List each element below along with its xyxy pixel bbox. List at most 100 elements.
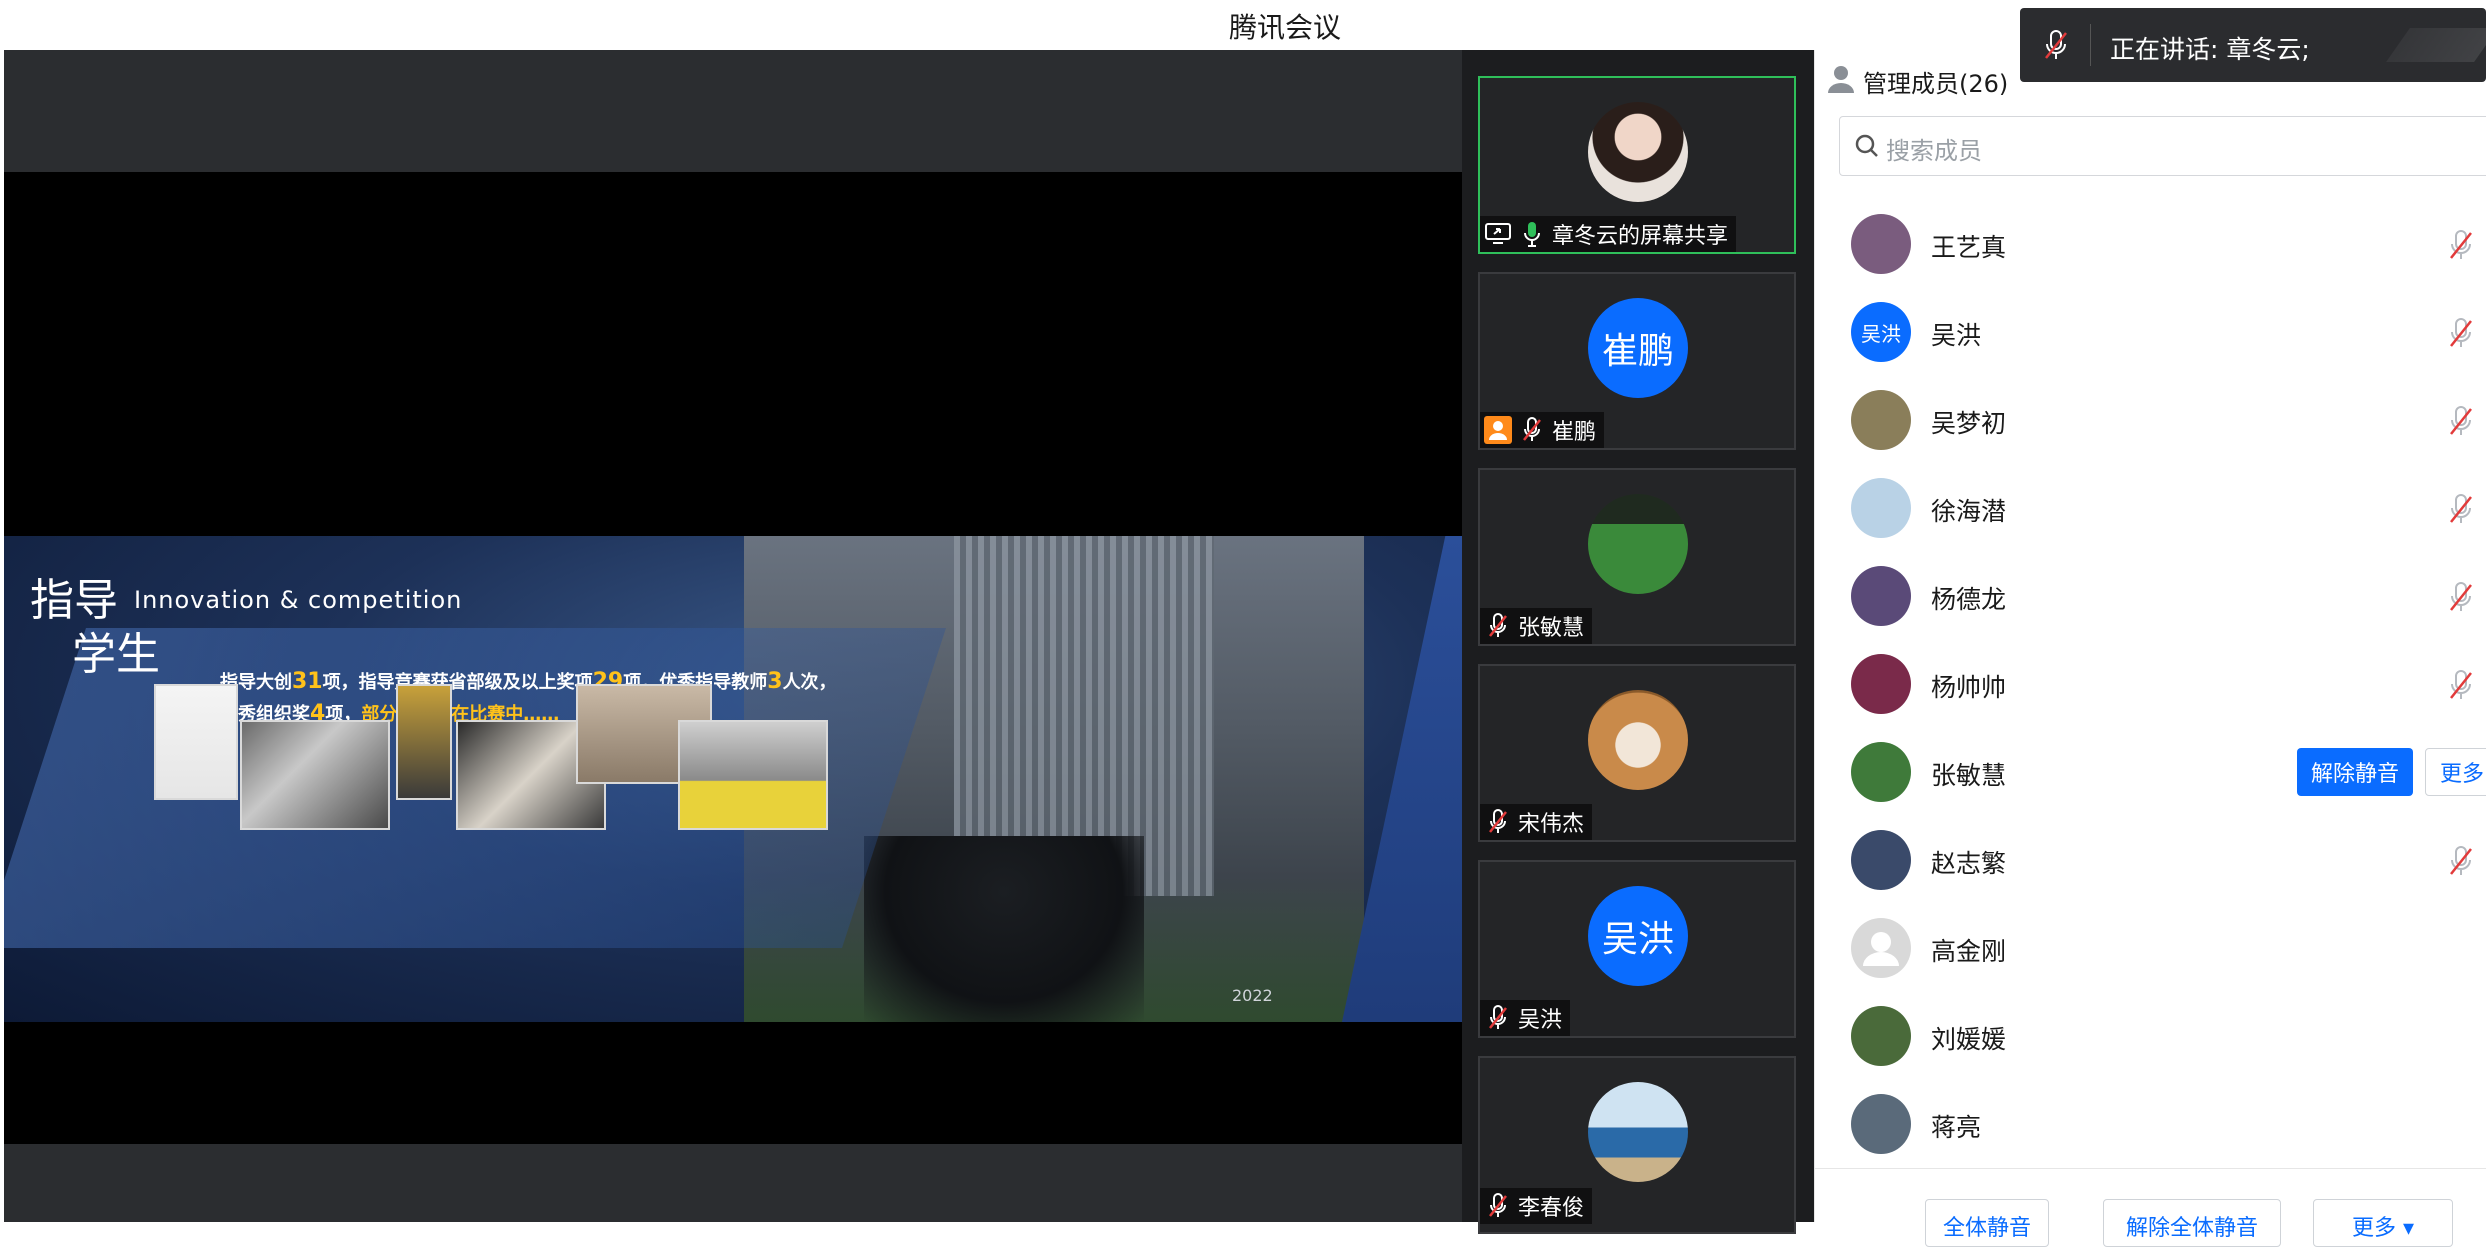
avatar <box>1588 690 1688 790</box>
avatar <box>1851 214 1911 274</box>
avatar <box>1851 390 1911 450</box>
member-row[interactable]: 王艺真 <box>1815 200 2486 288</box>
microphone-muted-icon <box>1484 1004 1512 1032</box>
slide-text: 人次， <box>782 672 837 693</box>
video-tile[interactable]: 崔鹏 崔鹏 <box>1478 272 1796 450</box>
member-row[interactable]: 吴洪 吴洪 <box>1815 288 2486 376</box>
shared-slide: 指导 学生 Innovation & competition 指导大创31项，指… <box>4 536 1462 1022</box>
participant-name: 章冬云的屏幕共享 <box>1552 224 1729 249</box>
slide-thumb-trophy <box>396 684 452 800</box>
slide-number: 31 <box>292 669 323 694</box>
speaking-indicator: 正在讲话: 章冬云; <box>2020 8 2486 82</box>
microphone-muted-icon[interactable] <box>2447 404 2475 442</box>
avatar <box>1851 830 1911 890</box>
avatar <box>1588 1082 1688 1182</box>
member-name: 吴梦初 <box>1931 409 2007 438</box>
participant-name: 吴洪 <box>1518 1008 1563 1033</box>
tile-label: 李春俊 <box>1480 1188 1593 1224</box>
microphone-icon <box>1518 220 1546 248</box>
person-icon <box>1484 416 1512 444</box>
microphone-muted-icon <box>1484 612 1512 640</box>
microphone-muted-icon <box>2042 28 2070 66</box>
shared-screen: 指导 学生 Innovation & competition 指导大创31项，指… <box>4 50 1462 1222</box>
participant-name: 张敏慧 <box>1518 616 1585 641</box>
mute-all-button[interactable]: 全体静音 <box>1925 1199 2049 1247</box>
member-search-input[interactable]: 搜索成员 <box>1839 116 2486 176</box>
speaking-text: 正在讲话: 章冬云; <box>2110 35 2310 64</box>
toast-decoration <box>2386 28 2486 62</box>
member-name: 王艺真 <box>1931 233 2007 262</box>
member-name: 刘媛媛 <box>1931 1025 2007 1054</box>
member-row[interactable]: 徐海潜 <box>1815 464 2486 552</box>
slide-thumb-photo <box>678 720 828 830</box>
member-name: 蒋亮 <box>1931 1113 1982 1142</box>
tile-label: 张敏慧 <box>1480 608 1593 644</box>
avatar <box>1851 1006 1911 1066</box>
slide-heading-2: 学生 <box>72 629 160 680</box>
microphone-muted-icon <box>1484 808 1512 836</box>
tile-label: 宋伟杰 <box>1480 804 1593 840</box>
person-icon <box>1827 64 1855 98</box>
microphone-muted-icon[interactable] <box>2447 844 2475 882</box>
slide-year: 2022 <box>1232 986 1273 1005</box>
member-row[interactable]: 杨德龙 <box>1815 552 2486 640</box>
screen-share-icon <box>1484 220 1512 248</box>
slide-number: 3 <box>767 669 783 694</box>
member-row[interactable]: 杨帅帅 <box>1815 640 2486 728</box>
avatar <box>1588 102 1688 202</box>
members-footer: 全体静音 解除全体静音 更多 ▾ <box>1815 1168 2486 1247</box>
member-row[interactable]: 刘媛媛 <box>1815 992 2486 1080</box>
participant-name: 宋伟杰 <box>1518 812 1585 837</box>
member-row[interactable]: 高金刚 <box>1815 904 2486 992</box>
shared-screen-canvas: 指导 学生 Innovation & competition 指导大创31项，指… <box>4 172 1462 1144</box>
tile-label: 崔鹏 <box>1480 412 1605 448</box>
avatar: 崔鹏 <box>1588 298 1688 398</box>
member-name: 赵志繁 <box>1931 849 2007 878</box>
member-name: 徐海潜 <box>1931 497 2007 526</box>
avatar <box>1851 654 1911 714</box>
avatar <box>1851 566 1911 626</box>
slide-text-line-1: 指导大创31项，指导竞赛获省部级及以上奖项29项，优秀指导教师3人次， <box>220 668 837 694</box>
video-tile[interactable]: 章冬云的屏幕共享 <box>1478 76 1796 254</box>
avatar <box>1851 742 1911 802</box>
more-actions-button[interactable]: 更多 ▾ <box>2313 1199 2453 1247</box>
tile-label: 章冬云的屏幕共享 <box>1480 216 1737 252</box>
avatar: 吴洪 <box>1588 886 1688 986</box>
avatar <box>1851 478 1911 538</box>
unmute-all-button[interactable]: 解除全体静音 <box>2103 1199 2281 1247</box>
microphone-muted-icon[interactable] <box>2447 580 2475 618</box>
member-more-button[interactable]: 更多 <box>2425 748 2486 796</box>
member-name: 高金刚 <box>1931 937 2007 966</box>
search-placeholder: 搜索成员 <box>1886 137 1982 165</box>
divider <box>2090 24 2091 66</box>
member-name: 杨帅帅 <box>1931 673 2007 702</box>
member-row[interactable]: 赵志繁 <box>1815 816 2486 904</box>
slide-subtitle: Innovation & competition <box>134 586 463 614</box>
microphone-muted-icon[interactable] <box>2447 668 2475 706</box>
avatar: 吴洪 <box>1851 302 1911 362</box>
avatar <box>1588 494 1688 594</box>
avatar <box>1851 918 1911 978</box>
microphone-muted-icon[interactable] <box>2447 492 2475 530</box>
member-row[interactable]: 吴梦初 <box>1815 376 2486 464</box>
video-tile[interactable]: 李春俊 <box>1478 1056 1796 1234</box>
unmute-button[interactable]: 解除静音 <box>2297 748 2413 796</box>
slide-thumb-photo <box>240 720 390 830</box>
video-tile[interactable]: 张敏慧 <box>1478 468 1796 646</box>
video-tile[interactable]: 宋伟杰 <box>1478 664 1796 842</box>
video-tile[interactable]: 吴洪 吴洪 <box>1478 860 1796 1038</box>
avatar <box>1851 1094 1911 1154</box>
slide-text: 项，指导竞赛获省部级及以上奖项 <box>322 672 593 693</box>
member-row[interactable]: 蒋亮 <box>1815 1080 2486 1168</box>
microphone-muted-icon[interactable] <box>2447 316 2475 354</box>
member-name: 张敏慧 <box>1931 761 2007 790</box>
member-name: 吴洪 <box>1931 321 1982 350</box>
members-title: 管理成员(26) <box>1863 70 2009 98</box>
slide-thumb-certificate <box>154 684 238 800</box>
video-gallery[interactable]: 章冬云的屏幕共享 崔鹏 崔鹏 张敏慧 宋伟杰 吴洪 吴洪 李春俊 <box>1462 50 1814 1234</box>
member-row[interactable]: 张敏慧 解除静音 更多 <box>1815 728 2486 816</box>
microphone-muted-icon[interactable] <box>2447 228 2475 266</box>
participant-name: 崔鹏 <box>1552 420 1597 445</box>
members-panel: 管理成员(26) 搜索成员 王艺真吴洪 吴洪吴梦初徐海潜杨德龙杨帅帅张敏慧 解除静音… <box>1814 50 2486 1247</box>
search-icon <box>1854 133 1880 163</box>
